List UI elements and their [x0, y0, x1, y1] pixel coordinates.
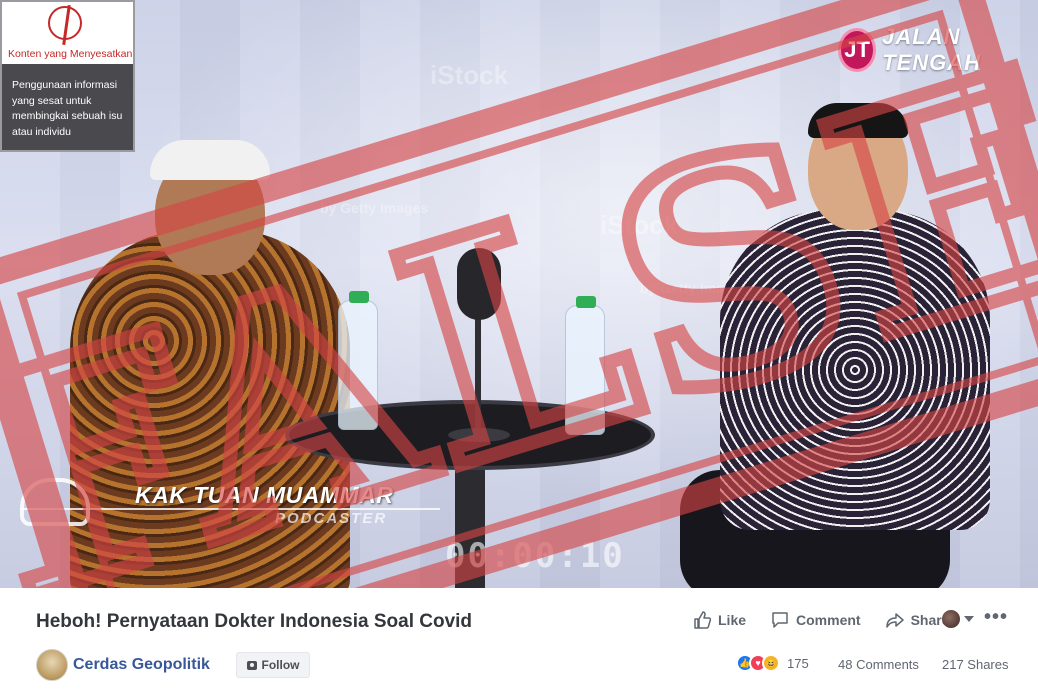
comment-label: Comment — [796, 612, 861, 628]
channel-logo-mark: JT — [838, 28, 877, 72]
follow-label: Follow — [261, 658, 300, 672]
post-title: Heboh! Pernyataan Dokter Indonesia Soal … — [36, 611, 473, 632]
like-label: Like — [718, 612, 747, 628]
misleading-content-notice: Konten yang Menyesatkan Penggunaan infor… — [0, 0, 135, 152]
channel-logo: JT JALAN TENGAH — [838, 24, 1038, 76]
page-name-link[interactable]: Cerdas Geopolitik — [73, 656, 210, 674]
follow-icon — [246, 660, 257, 670]
video-timecode: 00:00:10 — [445, 536, 625, 576]
mic-stand — [475, 300, 481, 435]
reaction-count: 175 — [787, 655, 809, 671]
reactions-summary[interactable]: 👍 ♥ 😆 175 — [736, 654, 809, 672]
watermark: iStock — [430, 60, 509, 90]
headphones-icon — [20, 478, 90, 526]
watermark: iStock — [600, 210, 679, 240]
like-button[interactable]: Like — [692, 610, 746, 630]
notice-label: Konten yang Menyesatkan — [8, 48, 133, 60]
host-right-body — [720, 210, 990, 530]
comments-count-link[interactable]: 48 Comments — [838, 657, 919, 672]
haha-reaction-icon: 😆 — [762, 654, 780, 672]
share-button[interactable]: Share — [885, 610, 950, 630]
water-bottle — [338, 291, 378, 430]
water-bottle — [565, 296, 605, 435]
notice-header: Konten yang Menyesatkan — [2, 2, 133, 64]
comment-icon — [772, 612, 788, 628]
post-info-bar: Heboh! Pernyataan Dokter Indonesia Soal … — [0, 588, 1038, 700]
mic-base — [448, 428, 510, 442]
notice-description: Penggunaan informasi yang sesat untuk me… — [12, 79, 123, 138]
guest-left-cap — [150, 140, 270, 180]
lower-third-subtitle: PODCASTER — [275, 510, 388, 527]
video-player[interactable]: iStock iStock by Getty Images by Getty I… — [0, 0, 1038, 588]
page-avatar[interactable] — [36, 649, 68, 681]
comment-button[interactable]: Comment — [770, 610, 861, 630]
lower-third-name: KAK TUAN MUAMMAR — [135, 482, 394, 508]
more-icon[interactable]: ••• — [984, 606, 1008, 629]
misleading-icon — [48, 6, 82, 40]
avatar — [942, 610, 960, 628]
watermark: by Getty Images — [320, 200, 429, 216]
microphone-icon — [457, 248, 501, 320]
follow-button[interactable]: Follow — [236, 652, 310, 678]
chevron-down-icon — [964, 616, 974, 622]
channel-logo-text: JALAN TENGAH — [882, 24, 982, 75]
guest-left-body — [70, 230, 350, 588]
share-icon — [885, 613, 904, 628]
host-right-hair — [808, 103, 908, 138]
like-icon — [694, 611, 712, 629]
share-as-selector[interactable] — [942, 610, 974, 628]
post-actions: Like Comment Share — [692, 610, 974, 630]
shares-count-link[interactable]: 217 Shares — [942, 657, 1009, 672]
